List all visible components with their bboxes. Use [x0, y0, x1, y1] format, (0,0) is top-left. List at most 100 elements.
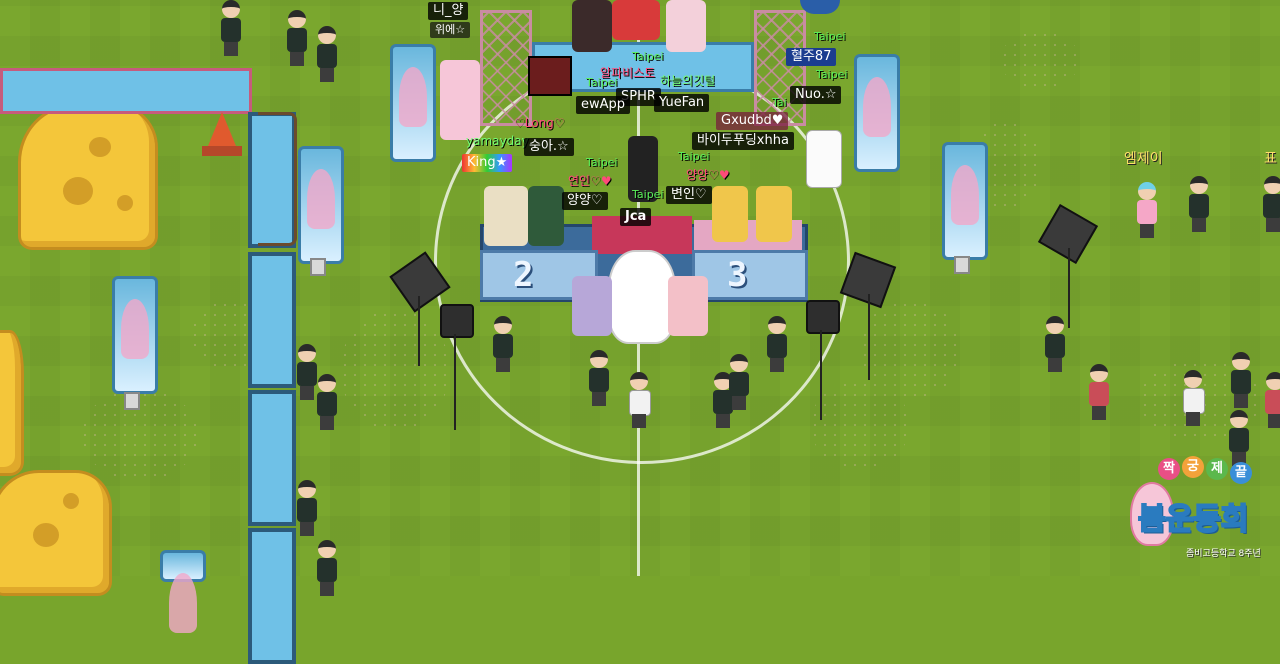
- pudding-costume-character[interactable]: [608, 250, 676, 344]
- red-costume-character[interactable]: [612, 0, 660, 40]
- banner-pole: [124, 392, 140, 410]
- festival-banner: [854, 54, 900, 172]
- student-npc[interactable]: [728, 354, 750, 410]
- guild-tag: Taipei: [678, 150, 710, 163]
- student-npc[interactable]: [1088, 364, 1110, 420]
- nametag-suna[interactable]: 숭아.☆: [524, 138, 574, 156]
- banner-strip: [0, 68, 252, 114]
- student-npc[interactable]: [220, 0, 242, 56]
- dark-costume-character[interactable]: [572, 0, 612, 52]
- billboard-stand: [258, 112, 297, 246]
- nametag-top-center[interactable]: 니_양: [428, 2, 469, 20]
- pink-cloud-character[interactable]: [440, 60, 480, 140]
- festival-banner: [160, 550, 206, 633]
- nametag-long[interactable]: ♡Long♡: [514, 116, 565, 130]
- nametag-yuefan[interactable]: YueFan: [654, 94, 710, 112]
- cherry-petals: [80, 390, 200, 480]
- logo-title: 봄운동회: [1137, 501, 1249, 538]
- banner-pole: [954, 256, 970, 274]
- nametag-yeonin[interactable]: 연인♡♥: [568, 172, 612, 189]
- festival-banner: [390, 44, 436, 162]
- nametag-king[interactable]: King★: [462, 154, 513, 172]
- nametag-nuo[interactable]: Nuo.☆: [790, 86, 842, 104]
- billboard: [248, 252, 296, 388]
- blonde-twin-character[interactable]: [712, 186, 748, 242]
- guild-tag: Taipei: [586, 76, 618, 89]
- student-npc[interactable]: [316, 374, 338, 430]
- billboard: [248, 528, 296, 664]
- student-npc[interactable]: [588, 350, 610, 406]
- student-npc[interactable]: [316, 26, 338, 82]
- mj-character[interactable]: [1136, 182, 1158, 238]
- third-place-podium: 3: [692, 250, 808, 300]
- nametag-pyo[interactable]: 표: [1264, 148, 1277, 168]
- student-npc[interactable]: [296, 344, 318, 400]
- logo-subtitle: 좀비고등학교 8주년: [1186, 549, 1261, 559]
- camera-student[interactable]: [1262, 176, 1280, 232]
- nametag-byeonin[interactable]: 변인♡: [666, 186, 712, 204]
- banner-pole: [310, 258, 326, 276]
- bird-costume-character[interactable]: [806, 130, 842, 188]
- guild-tag: Taipei: [586, 156, 618, 169]
- logo-circle: 끝: [1230, 462, 1252, 484]
- guild-tag: Taipei: [814, 30, 846, 43]
- nametag-yangyang[interactable]: 양양♡: [562, 192, 608, 210]
- softbox-light: [1037, 203, 1099, 328]
- second-place-number: 2: [513, 255, 534, 295]
- cherry-petals: [860, 300, 960, 400]
- cheese-prop: [0, 330, 24, 476]
- student-npc[interactable]: [316, 540, 338, 596]
- traffic-cone: [202, 112, 242, 156]
- logo-circle: 제: [1206, 458, 1228, 480]
- guild-tag: Taipei: [632, 188, 664, 201]
- guild-tag: Taipei: [816, 68, 848, 81]
- nametag-yamayda[interactable]: yamayday: [466, 134, 529, 148]
- third-place-number: 3: [727, 255, 748, 295]
- festival-banner: [298, 146, 344, 264]
- red-box-prop: [528, 56, 572, 96]
- title-tag-top-center: 위에☆: [430, 22, 471, 38]
- student-npc[interactable]: [1264, 372, 1280, 428]
- cheese-prop: [18, 104, 158, 250]
- student-npc[interactable]: [1188, 176, 1210, 232]
- winner-character[interactable]: [484, 186, 528, 246]
- festival-banner: [942, 142, 988, 260]
- festival-banner: [112, 276, 158, 394]
- student-npc[interactable]: [492, 316, 514, 372]
- cherry-petals: [1000, 30, 1080, 90]
- scaffold-tower: [480, 10, 532, 126]
- student-npc[interactable]: [1230, 352, 1252, 408]
- event-logo: 짝 궁 제 끝 봄운동회 좀비고등학교 8주년: [1120, 452, 1270, 570]
- nametag-baidu[interactable]: 바이두푸딩xhha: [692, 132, 794, 150]
- blonde-character[interactable]: [572, 276, 612, 336]
- nametag-hyeolju[interactable]: 혈주87: [786, 48, 837, 66]
- nametag-hanul[interactable]: 하늘의깃털: [660, 72, 715, 89]
- nametag-gxudbd[interactable]: Gxudbd♥: [716, 112, 789, 130]
- student-npc[interactable]: [1044, 316, 1066, 372]
- nametag-yangyang-small[interactable]: 양양♡♥: [686, 166, 730, 183]
- student-npc[interactable]: [296, 480, 318, 536]
- green-hat-character[interactable]: [528, 186, 564, 246]
- softbox-light: [389, 251, 451, 366]
- nametag-mj[interactable]: 엠제이: [1124, 148, 1163, 168]
- guild-tag: Tai: [772, 96, 787, 109]
- nametag-jca[interactable]: Jca: [620, 208, 652, 226]
- pink-dress-character[interactable]: [668, 276, 708, 336]
- nametag-ewapp[interactable]: ewApp: [576, 96, 631, 114]
- spotlight: [440, 304, 474, 430]
- student-npc[interactable]: [286, 10, 308, 66]
- guild-tag: Taipei: [632, 50, 664, 63]
- student-npc[interactable]: [628, 372, 651, 428]
- blue-orb-prop: [800, 0, 840, 14]
- spotlight: [806, 300, 840, 420]
- game-field[interactable]: 2 3 니_양 위에☆ Taipei 혈주87 Taipei Nuo.☆ Tai…: [0, 0, 1280, 664]
- cherry-petals: [340, 310, 450, 430]
- student-npc[interactable]: [766, 316, 788, 372]
- blonde-twin-character[interactable]: [756, 186, 792, 242]
- softbox-light: [839, 251, 897, 380]
- logo-circle: 궁: [1182, 456, 1204, 478]
- pink-hair-character[interactable]: [666, 0, 706, 52]
- logo-circle: 짝: [1158, 458, 1180, 480]
- cheese-prop: [0, 470, 112, 596]
- student-npc[interactable]: [1182, 370, 1205, 426]
